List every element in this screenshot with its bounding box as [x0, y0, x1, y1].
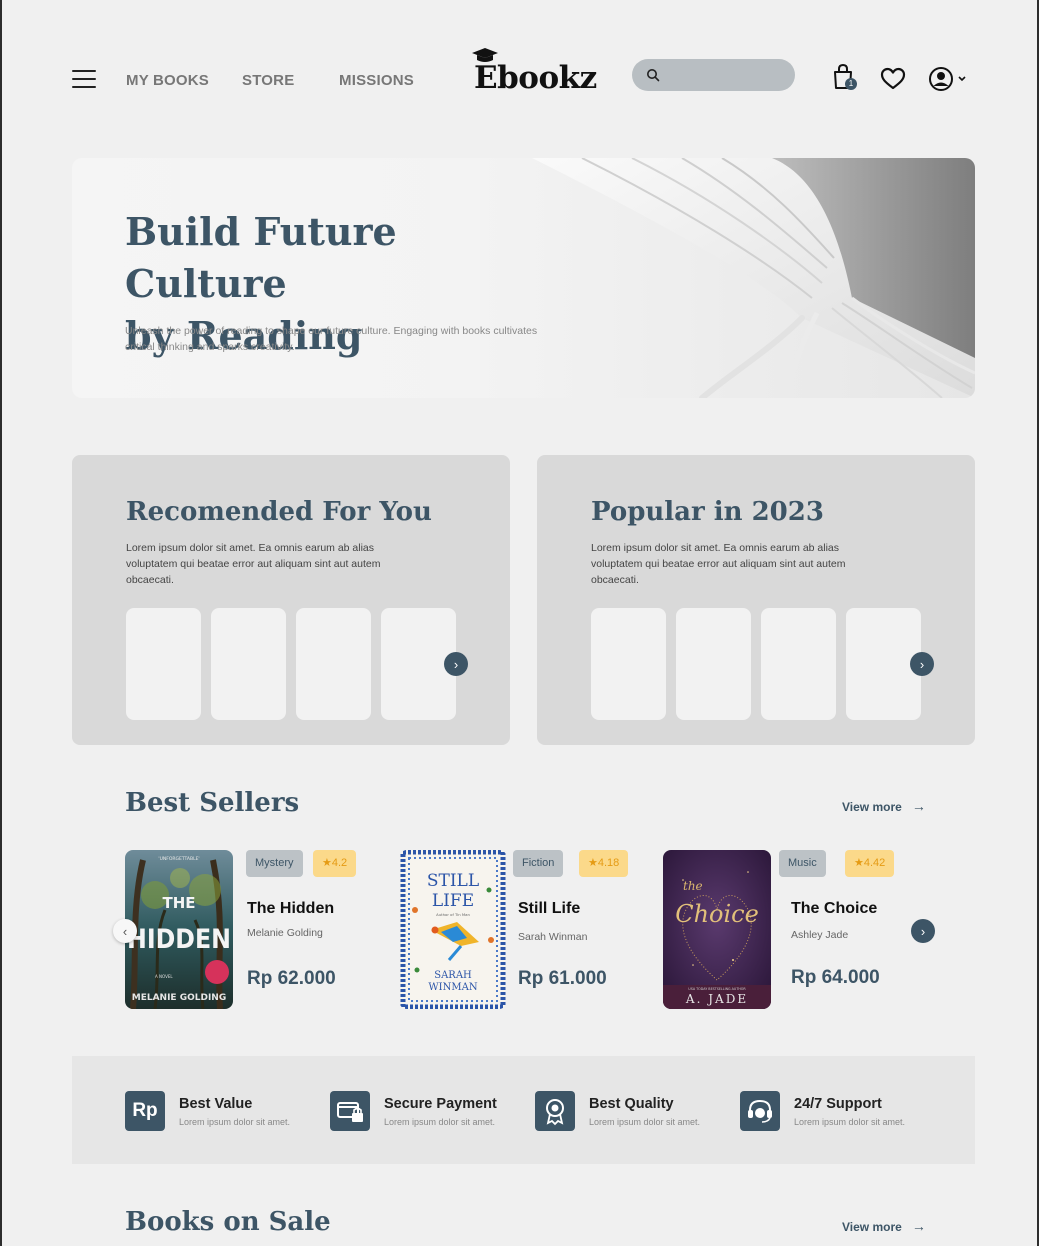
book-author: Melanie Golding — [247, 927, 323, 939]
book-card-the-choice[interactable]: the Choice USA TODAY BESTSELLING AUTHOR … — [663, 850, 913, 1010]
best-sellers-prev-button[interactable]: ‹ — [113, 919, 137, 943]
feature-title: Best Quality — [589, 1096, 674, 1112]
user-avatar-icon — [929, 67, 966, 91]
recommended-title: Recomended For You — [126, 497, 432, 527]
book-title: The Choice — [791, 900, 878, 917]
recommended-panel: Recomended For You Lorem ipsum dolor sit… — [72, 455, 510, 745]
arrow-right-icon: → — [911, 798, 926, 814]
best-sellers-title: Best Sellers — [125, 788, 300, 818]
nav-link-my-books[interactable]: MY BOOKS — [126, 72, 209, 89]
wishlist-button[interactable] — [880, 67, 906, 96]
book-cover-still-life: STILL LIFE Author of Tin Man SARAH WINMA… — [400, 850, 506, 1009]
search-bar[interactable] — [632, 59, 795, 91]
popular-next-button[interactable]: › — [910, 652, 934, 676]
view-more-label: View more — [842, 1220, 902, 1234]
features-strip: Rp Best Value Lorem ipsum dolor sit amet… — [72, 1056, 975, 1164]
book-price: Rp 61.000 — [518, 968, 607, 989]
cover-note: USA TODAY BESTSELLING AUTHOR — [688, 987, 746, 991]
shopping-bag-button[interactable]: 1 — [832, 63, 857, 95]
heart-icon — [880, 67, 906, 90]
book-cover-the-hidden: 'UNFORGETTABLE' THE HIDDEN A NOVEL MELAN… — [125, 850, 233, 1009]
book-card-the-hidden[interactable]: 'UNFORGETTABLE' THE HIDDEN A NOVEL MELAN… — [125, 850, 375, 1010]
book-card-still-life[interactable]: STILL LIFE Author of Tin Man SARAH WINMA… — [399, 850, 649, 1010]
cover-series: A NOVEL — [155, 974, 173, 979]
open-book-image — [532, 158, 975, 398]
arrow-right-icon: → — [911, 1218, 926, 1234]
cover-author: A. JADE — [685, 992, 748, 1006]
cover-author: MELANIE GOLDING — [132, 993, 226, 1003]
secure-card-icon — [330, 1091, 370, 1131]
popular-description: Lorem ipsum dolor sit amet. Ea omnis ear… — [591, 542, 846, 586]
cover-tagline: 'UNFORGETTABLE' — [158, 856, 199, 862]
cover-title-2: LIFE — [432, 891, 474, 911]
recommended-book-slot[interactable] — [211, 608, 286, 720]
feature-title: Best Value — [179, 1096, 253, 1112]
logo-text: Ebookz — [474, 60, 597, 96]
popular-title: Popular in 2023 — [591, 497, 824, 527]
feature-description: Lorem ipsum dolor sit amet. — [179, 1117, 291, 1127]
book-cover-the-choice: the Choice USA TODAY BESTSELLING AUTHOR … — [663, 850, 771, 1009]
popular-panel: Popular in 2023 Lorem ipsum dolor sit am… — [537, 455, 975, 745]
book-author: Ashley Jade — [791, 929, 849, 941]
search-icon — [647, 69, 660, 82]
category-tag: Mystery — [246, 850, 303, 877]
recommended-book-slot[interactable] — [296, 608, 371, 720]
books-on-sale-view-more-link[interactable]: View more → — [842, 1218, 926, 1234]
hero-banner: Build Future Culture by Reading Unleash … — [72, 158, 975, 398]
cover-author-1: SARAH — [434, 970, 472, 981]
star-icon: ★ — [854, 857, 864, 869]
feature-title: 24/7 Support — [794, 1096, 882, 1112]
rating-badge: ★4.2 — [313, 850, 357, 877]
rupiah-icon-text: Rp — [132, 1100, 158, 1121]
cover-title-1: STILL — [427, 871, 479, 891]
user-menu-button[interactable] — [928, 66, 968, 97]
rating-value: 4.42 — [863, 857, 886, 869]
cover-note: Author of Tin Man — [436, 912, 470, 917]
book-price: Rp 64.000 — [791, 967, 880, 988]
nav-link-store[interactable]: STORE — [242, 72, 294, 89]
quality-medal-icon — [535, 1091, 575, 1131]
recommended-book-slot[interactable] — [126, 608, 201, 720]
logo[interactable]: Ebookz — [472, 46, 597, 106]
cover-author-2: WINMAN — [428, 982, 477, 993]
cover-title-2: HIDDEN — [127, 924, 231, 955]
books-on-sale-title: Books on Sale — [125, 1207, 331, 1237]
top-nav: MY BOOKS STORE MISSIONS Ebookz 1 — [2, 44, 1037, 116]
feature-title: Secure Payment — [384, 1096, 497, 1112]
popular-book-slot[interactable] — [676, 608, 751, 720]
book-price: Rp 62.000 — [247, 968, 336, 989]
hero-title-line-1: Build Future Culture — [125, 209, 397, 306]
search-input[interactable] — [666, 59, 786, 91]
rating-value: 4.18 — [597, 857, 620, 869]
feature-description: Lorem ipsum dolor sit amet. — [794, 1117, 906, 1127]
category-tag: Music — [779, 850, 826, 877]
book-author: Sarah Winman — [518, 931, 588, 943]
category-tag: Fiction — [513, 850, 564, 877]
cover-title-2: Choice — [675, 900, 759, 928]
feature-description: Lorem ipsum dolor sit amet. — [589, 1117, 701, 1127]
rating-badge: ★4.18 — [579, 850, 629, 877]
rating-value: 4.2 — [331, 857, 348, 869]
recommended-description: Lorem ipsum dolor sit amet. Ea omnis ear… — [126, 542, 381, 586]
popular-book-slot[interactable] — [761, 608, 836, 720]
star-icon: ★ — [322, 857, 332, 869]
best-sellers-next-button[interactable]: › — [911, 919, 935, 943]
rating-badge: ★4.42 — [845, 850, 895, 877]
best-sellers-view-more-link[interactable]: View more → — [842, 798, 926, 814]
cover-title-1: the — [683, 879, 703, 893]
support-headset-icon — [740, 1091, 780, 1131]
hero-subtitle: Unleash the power of reading to shape ou… — [125, 325, 538, 353]
book-title: The Hidden — [247, 900, 335, 917]
view-more-label: View more — [842, 800, 902, 814]
popular-book-slot[interactable] — [591, 608, 666, 720]
hamburger-menu-icon[interactable] — [72, 70, 96, 88]
book-title: Still Life — [518, 900, 581, 917]
feature-description: Lorem ipsum dolor sit amet. — [384, 1117, 496, 1127]
cart-count-badge: 1 — [845, 78, 857, 90]
star-icon: ★ — [588, 857, 598, 869]
rupiah-icon: Rp — [125, 1091, 165, 1131]
nav-link-missions[interactable]: MISSIONS — [339, 72, 414, 89]
cover-title-1: THE — [162, 894, 195, 912]
recommended-next-button[interactable]: › — [444, 652, 468, 676]
